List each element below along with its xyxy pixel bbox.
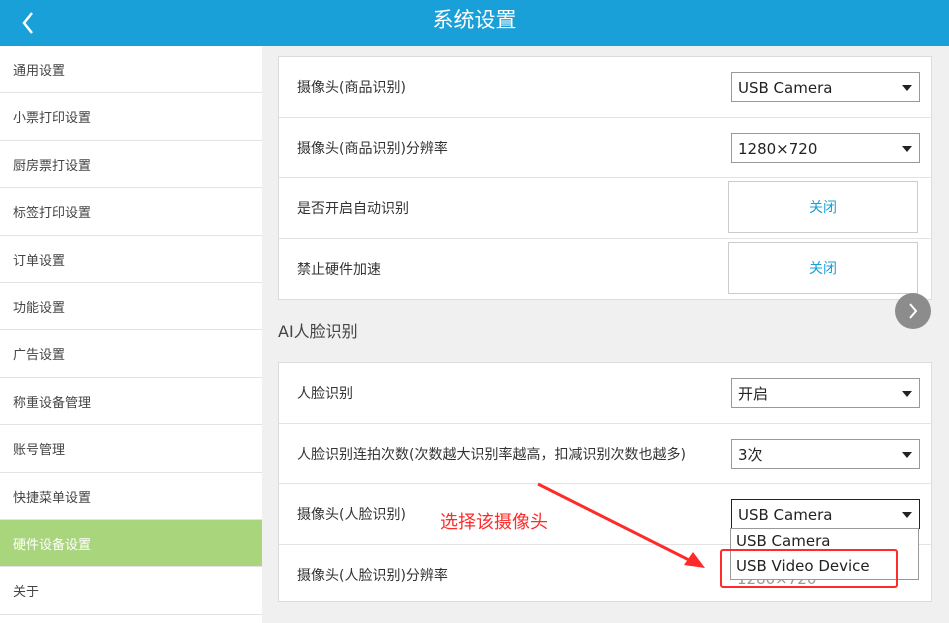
sidebar: 通用设置 小票打印设置 厨房票打设置 标签打印设置 订单设置 功能设置 广告设置…	[0, 46, 262, 623]
page-title: 系统设置	[432, 8, 517, 32]
settings-row: 是否开启自动识别 关闭	[279, 178, 931, 239]
product-camera-label: 摄像头(商品识别)	[297, 80, 406, 96]
sidebar-item-hardware[interactable]: 硬件设备设置	[0, 519, 262, 568]
sidebar-item-scale[interactable]: 称重设备管理	[0, 378, 262, 426]
select-value: USB Camera	[738, 79, 833, 97]
caret-down-icon	[902, 391, 912, 397]
face-recognition-select[interactable]: 开启	[731, 378, 920, 408]
burst-count-label: 人脸识别连拍次数(次数越大识别率越高，扣减识别次数也越多)	[297, 446, 686, 463]
settings-row: 人脸识别 开启	[279, 363, 931, 424]
product-camera-select[interactable]: USB Camera	[731, 72, 920, 102]
sidebar-item-shortcut-menu[interactable]: 快捷菜单设置	[0, 473, 262, 520]
face-recognition-label: 人脸识别	[297, 386, 353, 402]
face-camera-select[interactable]: USB Camera	[731, 499, 920, 529]
sidebar-item-receipt-print[interactable]: 小票打印设置	[0, 93, 262, 141]
product-resolution-select[interactable]: 1280×720	[731, 132, 920, 163]
select-value: 3次	[738, 445, 763, 464]
auto-recognition-label: 是否开启自动识别	[297, 201, 409, 217]
face-camera-label: 摄像头(人脸识别)	[297, 507, 406, 523]
face-recognition-section-title: AI人脸识别	[278, 322, 358, 341]
auto-recognition-toggle[interactable]: 关闭	[728, 181, 918, 233]
sidebar-item-account[interactable]: 账号管理	[0, 425, 262, 473]
sidebar-item-about[interactable]: 关于	[0, 567, 262, 615]
product-resolution-label: 摄像头(商品识别)分辨率	[297, 140, 448, 157]
settings-row: 摄像头(商品识别) USB Camera	[279, 57, 931, 118]
hw-accel-label: 禁止硬件加速	[297, 261, 381, 278]
top-bar: 系统设置	[0, 0, 949, 46]
select-value: USB Camera	[738, 506, 833, 524]
caret-down-icon	[902, 145, 912, 152]
caret-down-icon	[902, 451, 912, 458]
product-recognition-panel: 摄像头(商品识别) USB Camera 摄像头(商品识别)分辨率 1280×7…	[278, 56, 932, 300]
sidebar-item-ads[interactable]: 广告设置	[0, 330, 262, 378]
burst-count-select[interactable]: 3次	[731, 438, 920, 469]
face-resolution-label: 摄像头(人脸识别)分辨率	[297, 567, 448, 584]
settings-row: 摄像头(商品识别)分辨率 1280×720	[279, 118, 931, 178]
settings-row: 人脸识别连拍次数(次数越大识别率越高，扣减识别次数也越多) 3次	[279, 424, 931, 484]
caret-down-icon	[902, 512, 912, 518]
settings-row: 禁止硬件加速 关闭	[279, 239, 931, 300]
caret-down-icon	[902, 85, 912, 91]
annotation-highlight-box	[720, 549, 898, 588]
sidebar-item-function[interactable]: 功能设置	[0, 283, 262, 331]
annotation-text: 选择该摄像头	[440, 512, 548, 533]
select-value: 开启	[738, 385, 769, 403]
select-value: 1280×720	[738, 139, 818, 158]
hw-accel-toggle[interactable]: 关闭	[728, 241, 918, 294]
sidebar-item-label-print[interactable]: 标签打印设置	[0, 188, 262, 236]
next-page-button[interactable]	[895, 293, 931, 329]
chevron-right-icon	[909, 303, 918, 319]
sidebar-item-general[interactable]: 通用设置	[0, 46, 262, 94]
sidebar-item-order[interactable]: 订单设置	[0, 236, 262, 283]
sidebar-item-kitchen-print[interactable]: 厨房票打设置	[0, 141, 262, 189]
